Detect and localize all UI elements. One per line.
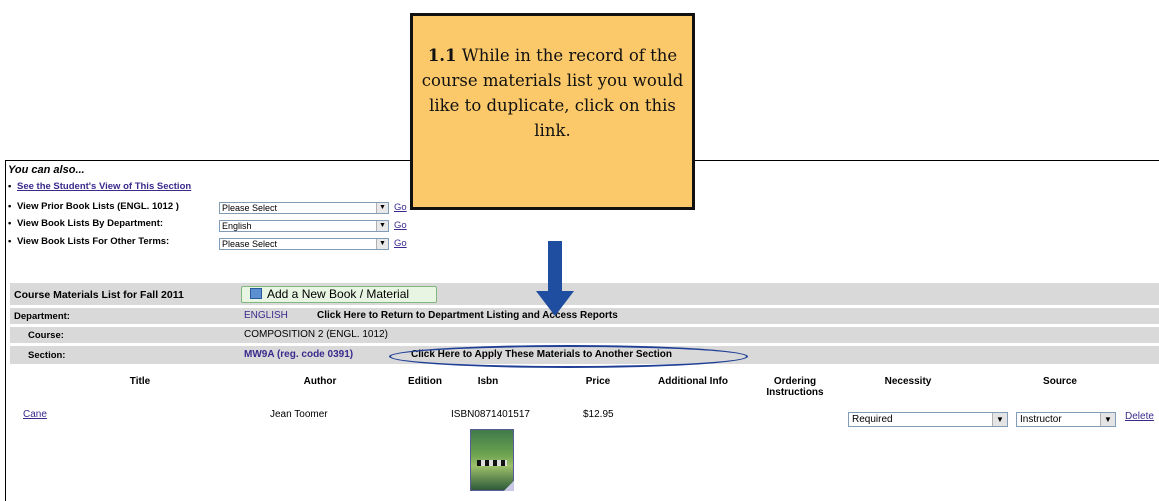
down-arrow-head-icon — [536, 291, 574, 316]
course-row — [10, 327, 1159, 343]
term-lists-label: View Book Lists For Other Terms: — [17, 236, 170, 247]
section-value-link[interactable]: MW9A (reg. code 0391) — [244, 349, 353, 360]
callout-step-number: 1.1 — [427, 46, 457, 65]
section-label: Section: — [28, 350, 66, 361]
book-cover-detail — [477, 460, 507, 466]
necessity-select[interactable]: Required ▼ — [848, 412, 1008, 427]
dropdown-arrow-icon[interactable]: ▼ — [376, 203, 388, 213]
down-arrow-icon — [548, 241, 562, 293]
delete-link[interactable]: Delete — [1125, 411, 1154, 422]
bullet-icon: • — [8, 201, 12, 212]
dropdown-arrow-icon[interactable]: ▼ — [376, 239, 388, 249]
col-header-isbn: Isbn — [477, 376, 499, 387]
course-value: COMPOSITION 2 (ENGL. 1012) — [244, 329, 388, 340]
course-label: Course: — [28, 330, 64, 341]
term-lists-select[interactable]: Please Select ▼ — [219, 238, 389, 250]
term-lists-item: • View Book Lists For Other Terms: — [8, 236, 169, 247]
book-price: $12.95 — [583, 409, 614, 420]
student-view-link[interactable]: See the Student's View of This Section — [17, 181, 191, 192]
prior-lists-item: • View Prior Book Lists (ENGL. 1012 ) — [8, 201, 179, 212]
source-select-value: Instructor — [1020, 414, 1062, 425]
col-header-title: Title — [129, 376, 151, 387]
book-isbn: ISBN0871401517 — [451, 409, 530, 420]
prior-lists-go-link[interactable]: Go — [394, 202, 407, 213]
col-header-ordering-instructions: Ordering Instructions — [766, 376, 824, 398]
necessity-select-value: Required — [852, 414, 893, 425]
add-material-button[interactable]: Add a New Book / Material — [241, 286, 437, 303]
highlight-ellipse — [389, 345, 748, 368]
col-header-edition: Edition — [408, 376, 442, 387]
book-title-link[interactable]: Cane — [23, 409, 47, 420]
student-view-item: • See the Student's View of This Section — [8, 181, 191, 192]
dept-lists-go-link[interactable]: Go — [394, 220, 407, 231]
col-header-author: Author — [303, 376, 337, 387]
source-select[interactable]: Instructor ▼ — [1016, 412, 1116, 427]
col-header-source: Source — [1043, 376, 1077, 387]
prior-lists-label: View Prior Book Lists (ENGL. 1012 ) — [17, 201, 179, 212]
term-lists-go-link[interactable]: Go — [394, 238, 407, 249]
prior-lists-select-value: Please Select — [222, 203, 278, 213]
col-header-price: Price — [585, 376, 611, 387]
col-header-necessity: Necessity — [884, 376, 932, 387]
bullet-icon: • — [8, 236, 12, 247]
bullet-icon: • — [8, 181, 12, 192]
prior-lists-select[interactable]: Please Select ▼ — [219, 202, 389, 214]
department-value-link[interactable]: ENGLISH — [244, 310, 288, 321]
dropdown-arrow-icon[interactable]: ▼ — [992, 413, 1007, 426]
book-cover-image[interactable] — [470, 429, 514, 491]
bullet-icon: • — [8, 218, 12, 229]
col-header-additional-info: Additional Info — [658, 376, 728, 387]
dept-lists-select[interactable]: English ▼ — [219, 220, 389, 232]
callout-text: While in the record of the course materi… — [421, 46, 684, 140]
book-author: Jean Toomer — [270, 409, 328, 420]
dept-lists-label: View Book Lists By Department: — [17, 218, 164, 229]
add-material-label: Add a New Book / Material — [267, 287, 410, 301]
materials-list-title: Course Materials List for Fall 2011 — [14, 289, 184, 301]
dropdown-arrow-icon[interactable]: ▼ — [376, 221, 388, 231]
dropdown-arrow-icon[interactable]: ▼ — [1100, 413, 1115, 426]
page-curl-icon — [504, 481, 514, 491]
department-label: Department: — [14, 311, 70, 322]
also-heading: You can also... — [8, 164, 85, 176]
instruction-callout: 1.1 While in the record of the course ma… — [410, 13, 695, 210]
term-lists-select-value: Please Select — [222, 239, 278, 249]
dept-lists-item: • View Book Lists By Department: — [8, 218, 163, 229]
dept-lists-select-value: English — [222, 221, 252, 231]
add-book-icon — [250, 288, 262, 299]
